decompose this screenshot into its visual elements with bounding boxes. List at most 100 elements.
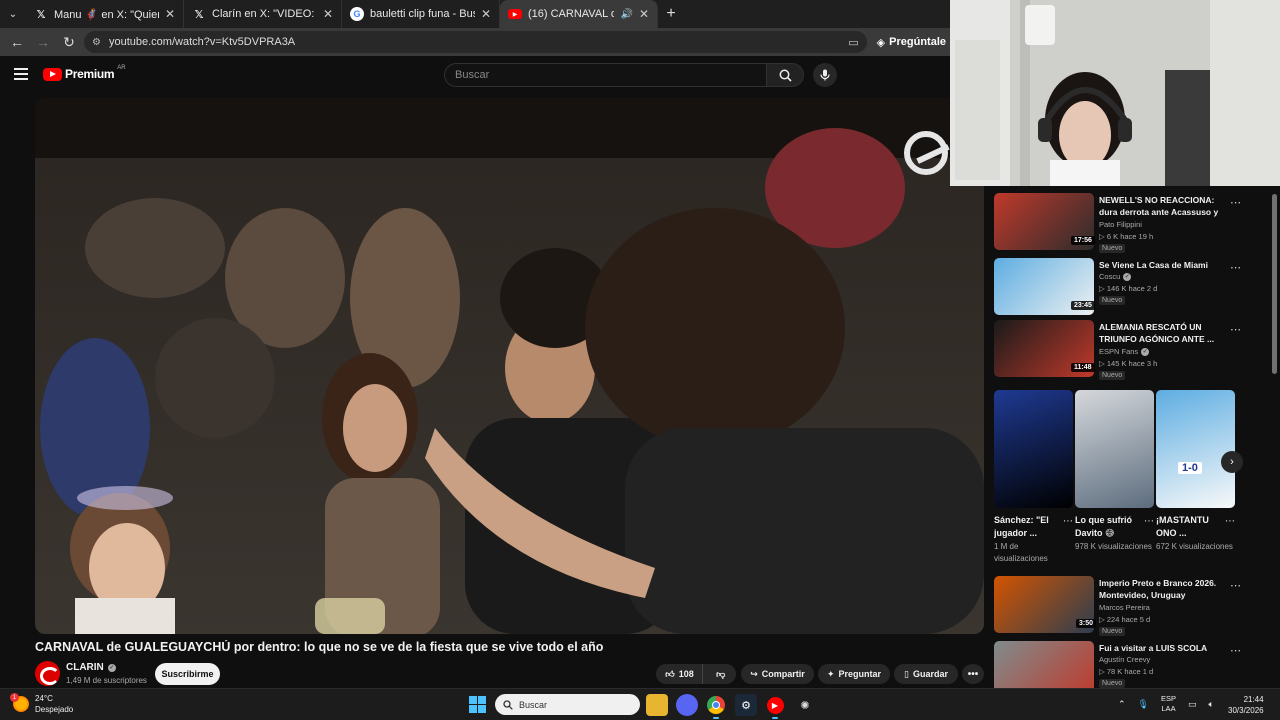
recommended-video[interactable]: Fui a visitar a LUIS SCOLA Agustín Creev… <box>994 641 1244 688</box>
windows-start-icon[interactable] <box>469 696 486 713</box>
more-vertical-icon[interactable]: ⋯ <box>1230 644 1241 657</box>
short-title[interactable]: ¡MASTANTU ONO ... <box>1156 514 1224 540</box>
search-button[interactable] <box>766 63 804 87</box>
ask-gemini-button[interactable]: ◈ Pregúntale <box>877 36 950 49</box>
short-item[interactable]: 1-0 ¡MASTANTU ONO ... 672 K visualizacio… <box>1156 390 1235 553</box>
forward-button[interactable]: → <box>32 31 54 53</box>
more-actions-button[interactable]: ••• <box>962 664 984 684</box>
youtube-music-icon[interactable]: ▶ <box>764 694 786 719</box>
chevron-up-icon[interactable]: ⌃ <box>1118 699 1126 710</box>
volume-icon[interactable]: 🔈︎ <box>1209 699 1214 710</box>
back-button[interactable]: ← <box>6 31 28 53</box>
share-button[interactable]: ↪ Compartir <box>741 664 814 684</box>
browser-tab-active[interactable]: ▶ (16) CARNAVAL de GUALEGUAYCHÚ 🔊 ✕ <box>500 0 658 28</box>
save-label: Guardar <box>912 669 948 679</box>
taskbar-clock[interactable]: 21:44 30/3/2026 <box>1228 694 1264 716</box>
sidebar-scrollbar[interactable] <box>1272 186 1277 688</box>
tab-search-button[interactable]: ⌄ <box>0 0 26 28</box>
browser-tab[interactable]: 𝕏 Manu 🦸 en X: "Quiero abordar" ✕ <box>26 0 184 28</box>
recommended-video[interactable]: 17:56 NEWELL'S NO REACCIONA: dura derrot… <box>994 193 1244 253</box>
search-input[interactable]: Buscar <box>444 63 766 87</box>
channel-name[interactable]: Pato Filippini <box>1099 220 1142 229</box>
video-player[interactable] <box>35 98 984 634</box>
short-thumbnail[interactable] <box>994 390 1073 508</box>
steam-icon[interactable]: ⚙ <box>735 694 757 716</box>
shorts-next-button[interactable]: › <box>1221 451 1243 473</box>
weather-widget[interactable]: 1 24°C Despejado <box>10 693 73 715</box>
more-vertical-icon[interactable]: ⋯ <box>1225 516 1235 527</box>
channel-avatar[interactable] <box>35 661 60 686</box>
taskbar-search-input[interactable]: Buscar <box>495 694 640 715</box>
channel-name[interactable]: ESPN Fans ✓ <box>1099 347 1150 356</box>
speaker-icon[interactable]: 🔊 <box>620 9 632 20</box>
chrome-icon[interactable] <box>705 694 727 719</box>
more-vertical-icon[interactable]: ⋯ <box>1230 323 1241 336</box>
video-title[interactable]: ALEMANIA RESCATÓ UN TRIUNFO AGÓNICO ANTE… <box>1099 321 1225 345</box>
discord-icon[interactable] <box>676 694 698 716</box>
network-icon[interactable]: ▭ <box>1188 699 1197 710</box>
recommended-video[interactable]: 23:45 Se Viene La Casa de Miami Coscu ✓ ▷… <box>994 258 1244 316</box>
more-vertical-icon[interactable]: ⋯ <box>1063 516 1073 527</box>
video-meta: ▷ 224 hace 5 d <box>1099 615 1151 624</box>
more-vertical-icon[interactable]: ⋯ <box>1230 579 1241 592</box>
tab-title: (16) CARNAVAL de GUALEGUAYCHÚ <box>528 8 614 20</box>
duration-badge: 23:45 <box>1071 301 1095 310</box>
channel-name[interactable]: Marcos Pereira <box>1099 603 1150 612</box>
dislike-button[interactable]: 👎︎ <box>707 669 735 680</box>
recommended-video[interactable]: 11:48 ALEMANIA RESCATÓ UN TRIUNFO AGÓNIC… <box>994 320 1244 380</box>
video-meta: ▷ 6 K hace 19 h <box>1099 232 1154 241</box>
close-tab-icon[interactable]: ✕ <box>639 7 649 21</box>
short-title[interactable]: Lo que sufrió Davito 😅 <box>1075 514 1143 540</box>
webcam-overlay <box>950 0 1280 186</box>
browser-tab[interactable]: 𝕏 Clarín en X: "VIDEO: UN ALUMNO" ✕ <box>184 0 342 28</box>
like-button[interactable]: 👍︎ 108 <box>657 664 703 684</box>
more-vertical-icon[interactable]: ⋯ <box>1144 516 1154 527</box>
video-title[interactable]: NEWELL'S NO REACCIONA: dura derrota ante… <box>1099 194 1225 218</box>
close-tab-icon[interactable]: ✕ <box>165 7 175 21</box>
more-vertical-icon[interactable]: ⋯ <box>1230 261 1241 274</box>
short-item[interactable]: Sánchez: "El jugador ... 1 M de visualiz… <box>994 390 1073 565</box>
menu-icon[interactable] <box>14 68 28 82</box>
short-thumbnail[interactable] <box>1075 390 1154 508</box>
sun-icon: 1 <box>10 693 29 712</box>
microphone-icon[interactable]: 🎙︎ <box>1138 699 1149 710</box>
video-title[interactable]: Fui a visitar a LUIS SCOLA <box>1099 642 1225 654</box>
save-button[interactable]: ▯ Guardar <box>894 664 958 684</box>
omnibox[interactable]: ⚙ youtube.com/watch?v=Ktv5DVPRA3A ▭ <box>84 31 867 53</box>
ask-button[interactable]: ✦ Preguntar <box>818 664 890 684</box>
recommended-video[interactable]: 3:50 Imperio Preto e Branco 2026. Montev… <box>994 576 1244 636</box>
temperature: 24°C <box>35 694 53 703</box>
close-tab-icon[interactable]: ✕ <box>481 7 491 21</box>
channel-name-link[interactable]: CLARIN ✓ <box>66 662 116 673</box>
channel-name[interactable]: Coscu ✓ <box>1099 272 1132 281</box>
reload-button[interactable]: ↻ <box>58 31 80 53</box>
channel-watermark-icon[interactable] <box>904 131 948 175</box>
shorts-shelf: Sánchez: "El jugador ... 1 M de visualiz… <box>994 390 1239 570</box>
language-indicator[interactable]: ESP LAA <box>1161 694 1176 714</box>
channel-label: Pato Filippini <box>1099 220 1142 229</box>
voice-search-button[interactable] <box>813 63 837 87</box>
video-thumbnail[interactable] <box>994 641 1094 688</box>
video-title[interactable]: Se Viene La Casa de Miami <box>1099 259 1225 271</box>
new-tab-button[interactable]: + <box>658 5 684 23</box>
scrollbar-thumb[interactable] <box>1272 194 1277 374</box>
video-title: CARNAVAL de GUALEGUAYCHÚ por dentro: lo … <box>35 640 604 654</box>
google-icon: G <box>350 7 364 21</box>
cast-icon[interactable]: ▭ <box>848 36 858 49</box>
short-title[interactable]: Sánchez: "El jugador ... <box>994 514 1062 540</box>
subscribe-button[interactable]: Suscribirme <box>155 663 220 685</box>
short-item[interactable]: Lo que sufrió Davito 😅 978 K visualizaci… <box>1075 390 1154 553</box>
short-thumbnail[interactable]: 1-0 <box>1156 390 1235 508</box>
close-tab-icon[interactable]: ✕ <box>323 7 333 21</box>
browser-tab[interactable]: G bauletti clip funa - Buscar con Google… <box>342 0 500 28</box>
chatgpt-icon[interactable]: ✺ <box>794 694 816 716</box>
more-vertical-icon[interactable]: ⋯ <box>1230 196 1241 209</box>
site-info-icon[interactable]: ⚙ <box>92 37 101 48</box>
channel-name[interactable]: Agustín Creevy <box>1099 655 1150 664</box>
channel-name: CLARIN <box>66 662 104 673</box>
file-explorer-icon[interactable] <box>646 694 668 716</box>
video-frame <box>35 98 984 634</box>
video-title[interactable]: Imperio Preto e Branco 2026. Montevideo,… <box>1099 577 1225 601</box>
youtube-premium-logo[interactable]: Premium AR <box>43 65 126 81</box>
url-text[interactable]: youtube.com/watch?v=Ktv5DVPRA3A <box>109 36 840 48</box>
